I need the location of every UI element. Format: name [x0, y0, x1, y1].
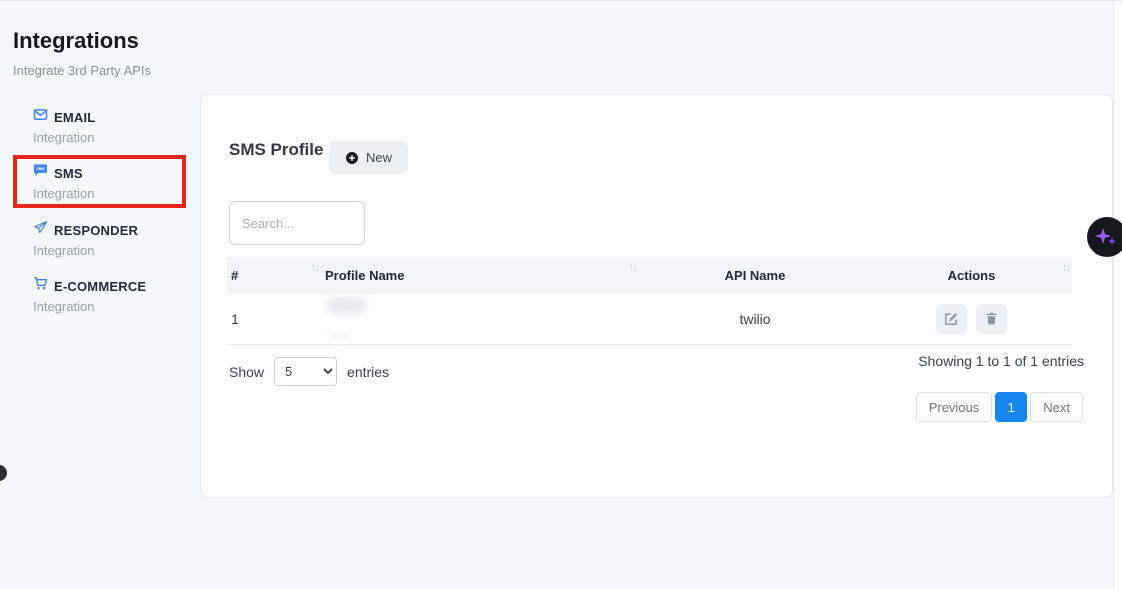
paper-plane-icon [33, 220, 48, 240]
edge-widget-handle[interactable] [0, 465, 7, 481]
length-menu-prefix: Show [229, 364, 264, 380]
sms-profile-table: # ↑↓ Profile Name ↑↓ API Name Actions ↑↓ [227, 257, 1072, 345]
sidebar-item-sublabel: Integration [33, 186, 193, 201]
sidebar-item-sms[interactable]: SMS SMS Integration [33, 163, 193, 201]
table-info-text: Showing 1 to 1 of 1 entries [918, 353, 1084, 369]
panel-heading: SMS Profile [229, 140, 323, 160]
sort-icon: ↑↓ [311, 262, 318, 274]
new-button-label: New [366, 150, 392, 165]
integrations-page: Integrations Integrate 3rd Party APIs EM… [0, 0, 1122, 589]
column-header-profile-name[interactable]: Profile Name ↑↓ [321, 257, 639, 294]
sort-icon: ↑↓ [1062, 262, 1069, 274]
pagination: Previous 1 Next [916, 392, 1083, 422]
next-page-button[interactable]: Next [1030, 392, 1083, 422]
shopping-cart-icon [33, 276, 48, 296]
table-header-row: # ↑↓ Profile Name ↑↓ API Name Actions ↑↓ [227, 257, 1072, 294]
sidebar-item-ecommerce[interactable]: E-COMMERCE Integration [33, 276, 193, 314]
sidebar-item-label: RESPONDER [54, 223, 138, 238]
svg-text:SMS: SMS [36, 167, 45, 171]
sms-bubble-icon: SMS [33, 163, 48, 183]
table-row: 1 twilio [227, 294, 1072, 344]
sidebar-item-label: EMAIL [54, 110, 95, 125]
previous-page-button[interactable]: Previous [916, 392, 993, 422]
cell-profile-name-redacted [321, 294, 639, 344]
column-header-actions[interactable]: Actions ↑↓ [871, 257, 1072, 294]
page-number-button[interactable]: 1 [995, 392, 1027, 422]
ai-assistant-button[interactable] [1087, 217, 1122, 257]
search-input[interactable] [229, 201, 365, 245]
sidebar-item-sublabel: Integration [33, 299, 193, 314]
column-header-index[interactable]: # ↑↓ [227, 257, 321, 294]
entries-per-page-select[interactable]: 5 [274, 357, 337, 386]
sidebar-item-email[interactable]: EMAIL Integration [33, 107, 193, 145]
sidebar-item-responder[interactable]: RESPONDER Integration [33, 220, 193, 258]
length-menu-suffix: entries [347, 364, 389, 380]
cell-actions [871, 294, 1072, 344]
trash-icon [984, 311, 999, 326]
redacted-blur [327, 298, 365, 314]
sidebar-item-sublabel: Integration [33, 130, 193, 145]
length-menu: Show 5 entries [229, 357, 389, 386]
delete-button[interactable] [976, 304, 1007, 334]
sort-icon: ↑↓ [629, 262, 636, 274]
sms-profile-panel: SMS Profile New # ↑↓ Profile Name ↑↓ [200, 94, 1113, 498]
sidebar-item-sublabel: Integration [33, 243, 193, 258]
column-header-api-name[interactable]: API Name [639, 257, 871, 294]
new-profile-button[interactable]: New [329, 141, 408, 174]
edit-pencil-icon [943, 311, 959, 327]
page-title: Integrations [13, 28, 139, 54]
scrollbar-track[interactable] [1113, 1, 1122, 589]
envelope-icon [33, 107, 48, 127]
cell-api-name: twilio [639, 294, 871, 344]
redacted-blur [329, 332, 349, 338]
sidebar-item-label: E-COMMERCE [54, 279, 146, 294]
page-subtitle: Integrate 3rd Party APIs [13, 63, 151, 78]
cell-index: 1 [227, 294, 321, 344]
sidebar-item-label: SMS [54, 166, 83, 181]
plus-circle-icon [345, 151, 359, 165]
edit-button[interactable] [936, 304, 967, 334]
